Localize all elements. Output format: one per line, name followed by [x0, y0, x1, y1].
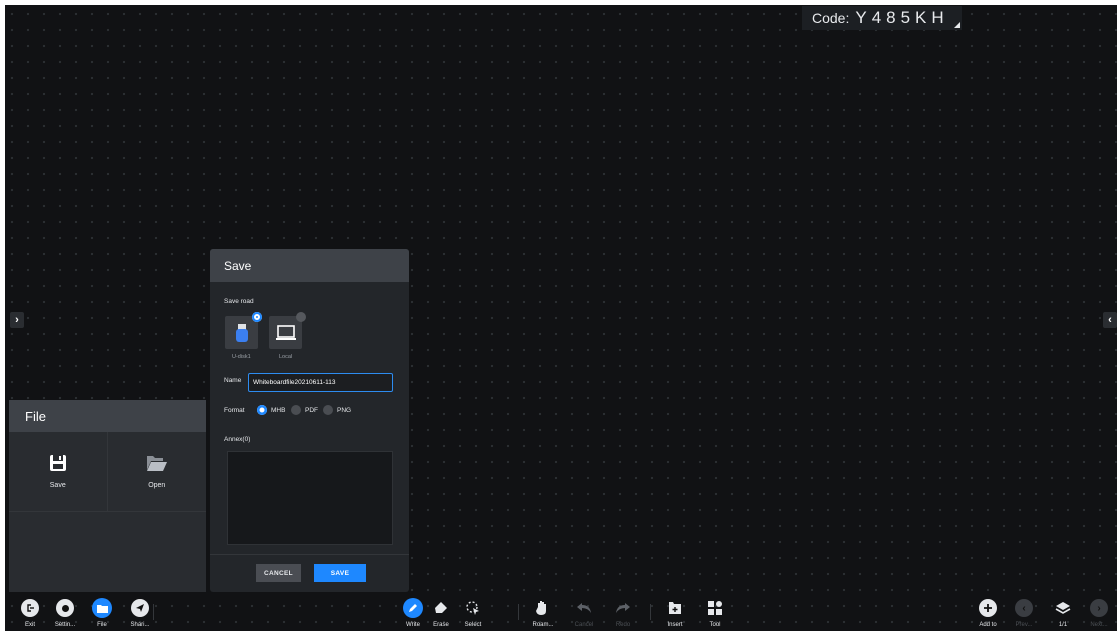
- file-name-input[interactable]: [248, 373, 393, 392]
- road-local-option[interactable]: [269, 312, 306, 349]
- toolbar-share-label: Shari...: [130, 622, 150, 628]
- file-open-item[interactable]: Open: [107, 432, 206, 512]
- exit-icon: [21, 599, 39, 617]
- file-empty-slot: [9, 512, 108, 591]
- share-icon: [131, 599, 149, 617]
- expand-right-button[interactable]: ‹: [1103, 312, 1117, 328]
- toolbar-share-button[interactable]: Shari...: [120, 598, 160, 628]
- format-label: Format: [224, 407, 245, 414]
- usb-drive-icon: [235, 323, 248, 342]
- expand-left-button[interactable]: ›: [10, 312, 24, 328]
- redo-icon: [613, 598, 633, 618]
- pen-icon: [403, 598, 423, 618]
- road-udisk-option[interactable]: [225, 312, 262, 349]
- laptop-icon: [275, 324, 296, 340]
- file-panel-title: File: [9, 400, 206, 432]
- road-udisk-radio[interactable]: [252, 312, 262, 322]
- toolbar-file-button[interactable]: File: [82, 598, 122, 628]
- toolbar-undo-label: Cancel: [574, 622, 594, 628]
- toolbar-page-count[interactable]: 1/1: [1043, 598, 1083, 628]
- road-udisk-label: U-disk1: [232, 354, 251, 360]
- connection-code-box: Code: Y485KH: [802, 6, 962, 30]
- toolbar-redo-label: Redo: [615, 622, 631, 628]
- folder-open-icon: [146, 456, 167, 471]
- toolbar-prev-page-button[interactable]: ‹ Prev...: [1004, 598, 1044, 628]
- file-panel: File Save Open: [9, 400, 206, 592]
- next-page-icon: ›: [1090, 599, 1108, 617]
- toolbar-insert-button[interactable]: Insert: [655, 598, 695, 628]
- toolbar-separator: [518, 604, 519, 620]
- eraser-icon: [431, 598, 451, 618]
- folder-icon: [92, 598, 112, 618]
- format-pdf-option[interactable]: PDF: [291, 405, 318, 415]
- toolbar-separator: [153, 604, 154, 620]
- format-png-option[interactable]: PNG: [323, 405, 351, 415]
- name-label: Name: [224, 377, 242, 384]
- toolbar-separator: [650, 604, 651, 620]
- toolbar-settings-label: Settin...: [54, 622, 76, 628]
- road-local-label: Local: [279, 354, 293, 360]
- file-save-label: Save: [49, 482, 66, 489]
- format-png-label: PNG: [337, 406, 352, 414]
- dialog-divider: [210, 554, 409, 555]
- chevron-left-icon: ‹: [1108, 314, 1112, 326]
- save-dialog-title: Save: [210, 249, 409, 282]
- toolbar-select-label: Select: [464, 622, 482, 628]
- tool-grid-icon: [705, 598, 725, 618]
- toolbar-write-label: Write: [406, 622, 420, 628]
- toolbar-tool-label: Tool: [709, 622, 721, 628]
- floppy-disk-icon: [49, 455, 66, 471]
- code-value: Y485KH: [855, 8, 949, 27]
- road-local-radio[interactable]: [296, 312, 306, 322]
- toolbar-roam-button[interactable]: Roam...: [523, 598, 563, 628]
- toolbar-add-page-button[interactable]: Add to: [968, 598, 1008, 628]
- toolbar-redo-button[interactable]: Redo: [603, 598, 643, 628]
- window-frame-left: [0, 0, 5, 631]
- file-open-label: Open: [148, 482, 166, 489]
- chevron-right-icon: ›: [15, 314, 19, 326]
- settings-icon: [56, 599, 74, 617]
- hand-icon: [533, 598, 553, 618]
- window-frame-top: [0, 0, 1117, 5]
- toolbar-undo-button[interactable]: Cancel: [564, 598, 604, 628]
- cancel-button[interactable]: CANCEL: [256, 564, 301, 582]
- format-pdf-radio[interactable]: [291, 405, 301, 415]
- add-page-icon: [979, 599, 997, 617]
- toolbar-file-label: File: [97, 622, 107, 628]
- insert-icon: [665, 598, 685, 618]
- toolbar-roam-label: Roam...: [532, 622, 554, 628]
- toolbar-insert-label: Insert: [667, 622, 683, 628]
- format-pdf-label: PDF: [305, 406, 318, 414]
- annex-label: Annex(0): [224, 436, 251, 443]
- format-mhb-option[interactable]: MHB: [257, 405, 285, 415]
- file-save-item[interactable]: Save: [9, 432, 108, 512]
- toolbar-next-page-label: Next...: [1090, 622, 1108, 628]
- toolbar-next-page-button[interactable]: › Next...: [1079, 598, 1117, 628]
- format-png-radio[interactable]: [323, 405, 333, 415]
- toolbar-exit-button[interactable]: Exit: [10, 598, 50, 628]
- toolbar-add-page-label: Add to: [979, 622, 997, 628]
- layers-icon: [1053, 598, 1073, 618]
- toolbar-erase-label: Erase: [433, 622, 449, 628]
- toolbar-page-count-label: 1/1: [1058, 622, 1068, 628]
- toolbar-select-button[interactable]: Select: [453, 598, 493, 628]
- file-empty-slot: [108, 512, 207, 591]
- toolbar-tool-button[interactable]: Tool: [695, 598, 735, 628]
- format-mhb-radio[interactable]: [257, 405, 267, 415]
- resize-corner-icon[interactable]: [954, 22, 960, 28]
- save-dialog: Save Save road U-disk1 Local Name Format…: [210, 249, 409, 592]
- prev-page-icon: ‹: [1015, 599, 1033, 617]
- save-road-label: Save road: [224, 298, 254, 305]
- toolbar-settings-button[interactable]: Settin...: [45, 598, 85, 628]
- save-button[interactable]: SAVE: [314, 564, 366, 582]
- format-mhb-label: MHB: [271, 406, 286, 414]
- toolbar-prev-page-label: Prev...: [1015, 622, 1033, 628]
- undo-icon: [574, 598, 594, 618]
- code-label: Code:: [812, 10, 850, 26]
- annex-list[interactable]: [227, 451, 393, 545]
- toolbar-exit-label: Exit: [24, 622, 35, 628]
- select-icon: [463, 598, 483, 618]
